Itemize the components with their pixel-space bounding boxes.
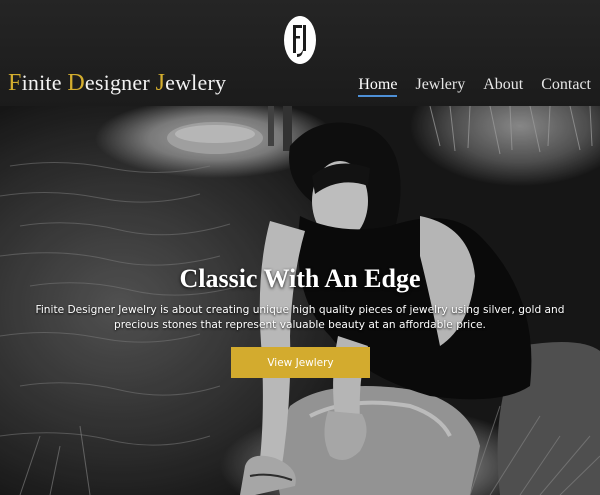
nav-link-home[interactable]: Home [358, 76, 398, 97]
nav-link-contact[interactable]: Contact [541, 76, 591, 97]
brand-initial: J [155, 70, 166, 96]
nav-link-about[interactable]: About [483, 76, 523, 97]
brand-text: esigner [84, 70, 156, 95]
nav-link-jewlery[interactable]: Jewlery [415, 76, 465, 97]
woman-kneeling-by-stream-photo [0, 106, 600, 495]
brand-text: inite [21, 70, 68, 95]
brand-wordmark[interactable]: Finite Designer Jewlery [8, 70, 226, 97]
hero-title: Classic With An Edge [179, 264, 421, 293]
brand-text: ewlery [165, 70, 227, 95]
site-header: Finite Designer Jewlery Home Jewlery Abo… [0, 0, 600, 106]
hero-section: Classic With An Edge Finite Designer Jew… [0, 106, 600, 495]
hero-description: Finite Designer Jewelry is about creatin… [35, 304, 565, 331]
fj-monogram-icon[interactable] [283, 15, 317, 65]
view-jewlery-button[interactable]: View Jewlery [231, 347, 370, 378]
main-nav: Home Jewlery About Contact [340, 76, 591, 97]
brand-initial: D [67, 70, 85, 96]
brand-initial: F [8, 70, 22, 96]
